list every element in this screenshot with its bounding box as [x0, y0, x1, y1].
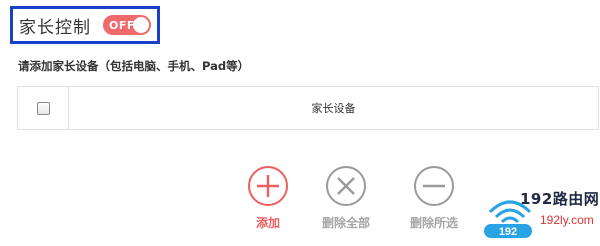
- add-button[interactable]: [248, 166, 288, 206]
- minus-icon: [423, 184, 445, 188]
- delete-selected-label: 删除所选: [409, 216, 458, 230]
- parental-control-toggle[interactable]: OFF: [103, 15, 151, 35]
- table-header-check-cell: [18, 87, 69, 129]
- site-watermark: 192 192路由网 192ly.com: [482, 186, 600, 242]
- parent-device-table: 家长设备: [17, 86, 599, 130]
- add-label: 添加: [255, 216, 280, 230]
- plus-icon: [257, 175, 279, 197]
- svg-text:192: 192: [499, 226, 517, 238]
- delete-all-action: 删除全部: [306, 166, 386, 231]
- x-icon: [337, 177, 355, 195]
- watermark-site: 192ly.com: [540, 213, 594, 227]
- delete-selected-action: 删除所选: [394, 166, 474, 231]
- toggle-knob: [133, 17, 149, 33]
- watermark-brand: 192路由网: [520, 190, 600, 208]
- add-device-instruction: 请添加家长设备（包括电脑、手机、Pad等）: [18, 59, 250, 73]
- add-action: 添加: [228, 166, 308, 231]
- select-all-checkbox[interactable]: [36, 101, 50, 115]
- delete-all-label: 删除全部: [321, 216, 370, 230]
- parental-control-header: 家长控制 OFF: [10, 6, 160, 44]
- parental-control-title: 家长控制: [19, 17, 91, 38]
- toggle-state-label: OFF: [109, 18, 135, 32]
- delete-selected-button[interactable]: [414, 166, 454, 206]
- table-header-device: 家长设备: [311, 102, 356, 115]
- delete-all-button[interactable]: [326, 166, 366, 206]
